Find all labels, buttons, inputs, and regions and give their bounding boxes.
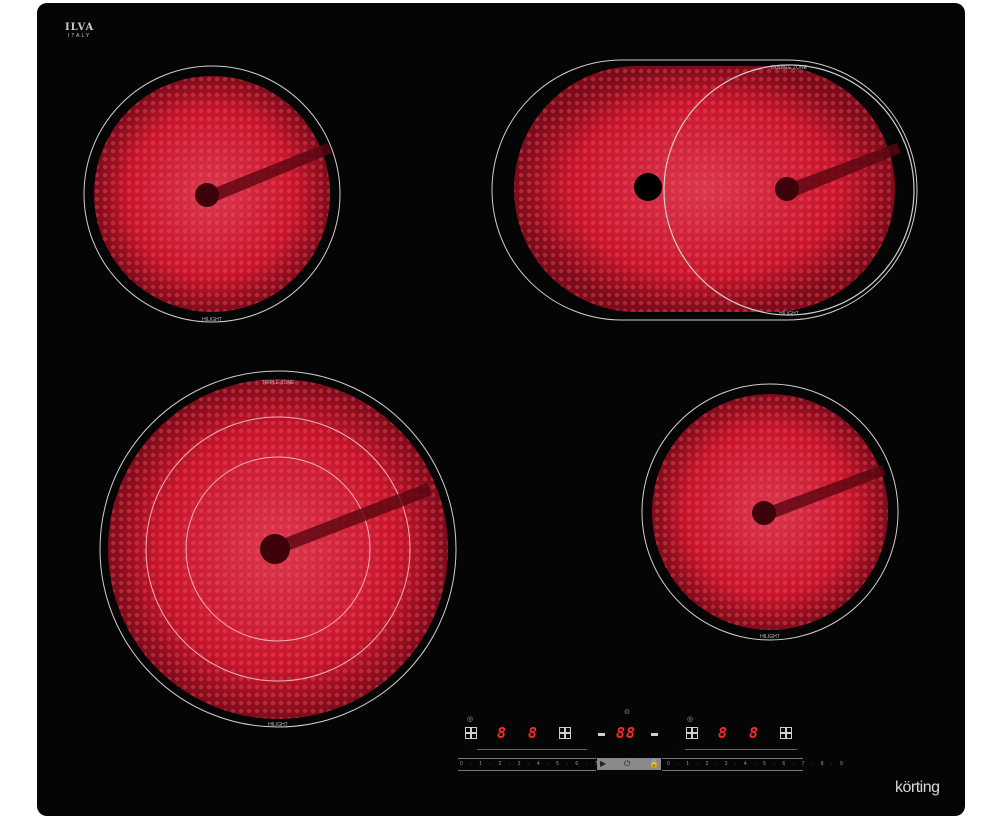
- zone-rear-left: HILIGHT: [83, 65, 341, 323]
- zone-front-left: TRIPLE ZONE HILIGHT: [99, 370, 457, 728]
- power-display-left-2: 8: [528, 724, 539, 742]
- zone-rear-right: DOUBLE ZONE HILIGHT: [491, 59, 918, 321]
- korting-logo: körting: [895, 779, 940, 796]
- zone-select-button-left-1[interactable]: [465, 727, 477, 739]
- slider-top-line-left: [458, 758, 596, 759]
- zone-indicator-icon-right: ◎: [687, 716, 694, 723]
- zone-front-left-bottom-label: HILIGHT: [268, 722, 288, 728]
- power-indicator-line-left: [477, 749, 587, 750]
- timer-icon: ⊙: [624, 709, 630, 716]
- zone-select-button-right-2[interactable]: [780, 727, 792, 739]
- zone-indicator-icon-left: ◎: [467, 716, 474, 723]
- timer-plus-button[interactable]: [651, 733, 658, 736]
- zone-rear-left-label: HILIGHT: [202, 317, 222, 323]
- lock-icon[interactable]: 🔒: [649, 758, 659, 770]
- power-icon[interactable]: ⏻: [624, 758, 630, 770]
- zone-front-right: HILIGHT: [641, 383, 899, 641]
- power-display-left-1: 8: [497, 724, 508, 742]
- play-icon[interactable]: ▶: [600, 758, 606, 770]
- power-slider-right[interactable]: 0 · 1 · 2 · 3 · 4 · 5 · 6 · 7 · 8 · 9: [667, 761, 846, 767]
- slider-bottom-line-right: [662, 770, 803, 771]
- zone-front-right-label: HILIGHT: [760, 634, 780, 640]
- cooktop-glass-panel: ILVA ITALY HILIGHT DOUBLE ZONE HILIGHT T…: [37, 3, 965, 816]
- power-display-right-2: 8: [749, 724, 760, 742]
- zone-select-button-right-1[interactable]: [686, 727, 698, 739]
- timer-minus-button[interactable]: [598, 733, 605, 736]
- timer-display: 88: [616, 724, 637, 742]
- zone-select-button-left-2[interactable]: [559, 727, 571, 739]
- zone-rear-right-top-label: DOUBLE ZONE: [771, 65, 808, 71]
- slider-top-line-right: [662, 758, 803, 759]
- power-display-right-1: 8: [718, 724, 729, 742]
- zone-front-left-top-label: TRIPLE ZONE: [262, 380, 295, 386]
- power-indicator-line-right: [685, 749, 797, 750]
- cooking-zones: HILIGHT DOUBLE ZONE HILIGHT TRIPLE ZONE …: [83, 59, 918, 728]
- zone-rear-right-bottom-label: HILIGHT: [779, 311, 799, 317]
- center-control-bar: ▶ ⏻ 🔒: [597, 758, 661, 770]
- slider-bottom-line-left: [458, 770, 596, 771]
